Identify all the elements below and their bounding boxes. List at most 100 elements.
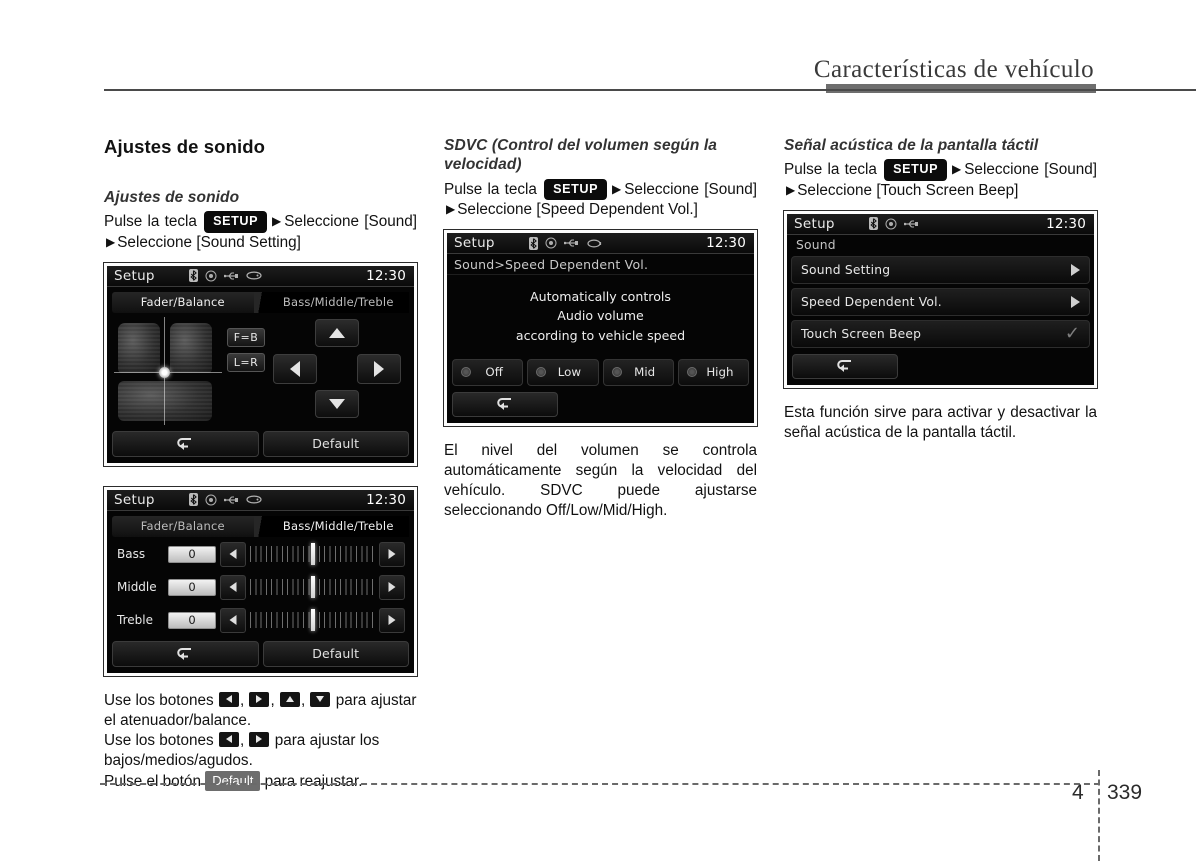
middle-increase-button[interactable] — [379, 574, 405, 600]
default-button[interactable]: Default — [262, 430, 409, 457]
sdvc-option-off[interactable]: Off — [452, 358, 524, 386]
default-button-2[interactable]: Default — [262, 640, 409, 667]
sdvc-option-off-label: Off — [485, 365, 503, 380]
screenshot-speed-dependent-volume[interactable]: Setup 12:30 Sound>Speed Dependent Vol. A… — [443, 229, 758, 427]
bass-decrease-button[interactable] — [220, 541, 246, 567]
back-button-4[interactable] — [792, 353, 898, 379]
tab-fader-balance[interactable]: Fader/Balance — [112, 291, 254, 313]
sound-menu-title: Sound — [796, 238, 836, 253]
sdvc-description-line1: Automatically controls — [530, 289, 671, 305]
column-three: Señal acústica de la pantalla táctil Pul… — [783, 136, 1098, 443]
sdvc-option-high[interactable]: High — [677, 358, 749, 386]
balance-position-knob[interactable] — [159, 366, 170, 378]
sdvc-option-high-label: High — [706, 365, 734, 380]
fader-down-button[interactable] — [315, 389, 359, 418]
step-arrow-icon-5: ▶ — [951, 162, 963, 177]
instructions-touch-beep: Pulse la tecla SETUP ▶ Seleccione [Sound] … — [784, 159, 1097, 201]
disc-icon — [205, 270, 217, 282]
step-arrow-icon-3: ▶ — [611, 181, 623, 196]
sdvc-option-mid[interactable]: Mid — [602, 358, 674, 386]
instr2-text-c: Seleccione [Speed Dependent Vol.] — [457, 201, 698, 219]
screenshot-fader-balance[interactable]: Setup 12:30 Fader/Balance Bass/Middle/Tr… — [103, 261, 418, 467]
front-equals-back-button[interactable]: F=B — [227, 327, 265, 347]
step-arrow-icon: ▶ — [271, 214, 283, 229]
subsection-title-sound-settings: Ajustes de sonido — [104, 189, 240, 206]
bass-slider-thumb[interactable] — [310, 543, 315, 566]
menu-item-speed-dependent-vol[interactable]: Speed Dependent Vol. — [791, 287, 1090, 316]
balance-right-button[interactable] — [357, 353, 401, 384]
middle-slider[interactable] — [250, 576, 375, 599]
usb-icon — [223, 272, 238, 280]
rear-seat-icon — [118, 380, 212, 421]
bluetooth-icon — [868, 217, 878, 231]
tone-row-bass: Bass 0 — [112, 539, 409, 570]
tab-divider — [253, 291, 268, 313]
right-arrow-key-icon — [249, 691, 270, 707]
note-fader-buttons: Use los botones , , , para ajustar el at… — [104, 691, 417, 731]
treble-slider[interactable] — [250, 609, 375, 632]
right-arrow-key-icon-2 — [249, 731, 270, 747]
back-arrow-icon — [177, 647, 192, 660]
back-button-2[interactable] — [112, 640, 259, 667]
middle-decrease-button[interactable] — [220, 574, 246, 600]
section-title: Ajustes de sonido — [104, 136, 266, 157]
note3-text-b: para reajustar. — [264, 773, 363, 791]
treble-slider-thumb[interactable] — [310, 609, 315, 632]
usb-icon — [223, 496, 238, 504]
status-bar-title-3: Setup — [454, 235, 495, 252]
note1-sep3: , — [300, 691, 306, 709]
default-key-badge: Default — [205, 771, 261, 792]
treble-decrease-button[interactable] — [220, 607, 246, 633]
sound-menu-bottom-bar — [787, 352, 1094, 385]
tone-row-middle: Middle 0 — [112, 572, 409, 603]
fader-panel: Fader/Balance Bass/Middle/Treble F=B L=R… — [107, 287, 414, 463]
tab-fader-balance-2[interactable]: Fader/Balance — [112, 515, 254, 537]
note-tone-buttons: Use los botones , para ajustar los bajos… — [104, 731, 417, 771]
middle-slider-thumb[interactable] — [310, 576, 315, 599]
instructions-sdvc: Pulse la tecla SETUP ▶ Seleccione [Sound] … — [444, 178, 758, 221]
head-unit-status-bar-3: Setup 12:30 — [447, 233, 754, 255]
back-button-3[interactable] — [452, 391, 558, 417]
header-rule — [104, 89, 1196, 91]
tone-value-treble: 0 — [168, 611, 216, 629]
bass-increase-button[interactable] — [379, 541, 405, 567]
aux-icon — [246, 271, 262, 280]
bass-slider[interactable] — [250, 543, 375, 566]
seat-position-map[interactable] — [112, 315, 225, 426]
bottom-button-bar: Default — [112, 430, 409, 457]
tab-strip-2: Fader/Balance Bass/Middle/Treble — [112, 515, 409, 537]
bluetooth-icon — [188, 269, 198, 283]
screenshot-bass-middle-treble[interactable]: Setup 12:30 Fader/Balance Bass/Middle/Tr… — [103, 485, 418, 677]
radio-dot-icon-3 — [611, 367, 622, 378]
balance-left-button[interactable] — [273, 353, 317, 384]
status-bar-clock: 12:30 — [366, 267, 406, 284]
treble-increase-button[interactable] — [379, 607, 405, 633]
sdvc-option-low[interactable]: Low — [527, 358, 599, 386]
footer-vertical-divider — [1098, 770, 1100, 861]
setup-key-badge-3: SETUP — [884, 159, 948, 181]
menu-item-sound-setting[interactable]: Sound Setting — [791, 255, 1090, 284]
instr2-text-b: Seleccione [Sound] — [624, 180, 758, 198]
back-button[interactable] — [112, 430, 259, 457]
note-default-button: Pulse el botón Default para reajustar. — [104, 771, 417, 792]
disc-icon — [545, 237, 557, 249]
tab-bass-middle-treble-2[interactable]: Bass/Middle/Treble — [267, 515, 409, 537]
note1-sep1: , — [239, 691, 245, 709]
menu-item-touch-screen-beep-label: Touch Screen Beep — [801, 326, 922, 341]
menu-item-touch-screen-beep[interactable]: Touch Screen Beep ✓ — [791, 319, 1090, 348]
subsection-title-touch-beep: Señal acústica de la pantalla táctil — [784, 137, 1039, 154]
screenshot-sound-menu[interactable]: Setup 12:30 Sound Sound Setting Speed De… — [783, 209, 1098, 389]
status-bar-title-2: Setup — [114, 491, 155, 508]
sdvc-option-low-label: Low — [557, 365, 581, 380]
disc-icon — [205, 494, 217, 506]
status-bar-title-4: Setup — [794, 215, 835, 232]
front-left-seat-icon — [118, 322, 160, 373]
column-one: Ajustes de sonido Ajustes de sonido Puls… — [103, 136, 418, 792]
aux-icon — [587, 239, 601, 248]
step-arrow-icon-6: ▶ — [786, 182, 796, 197]
sdvc-description: Automatically controls Audio volume acco… — [447, 275, 754, 358]
tab-strip: Fader/Balance Bass/Middle/Treble — [112, 291, 409, 313]
fader-up-button[interactable] — [315, 318, 359, 347]
left-equals-right-button[interactable]: L=R — [227, 352, 265, 372]
tab-bass-middle-treble[interactable]: Bass/Middle/Treble — [267, 291, 409, 313]
